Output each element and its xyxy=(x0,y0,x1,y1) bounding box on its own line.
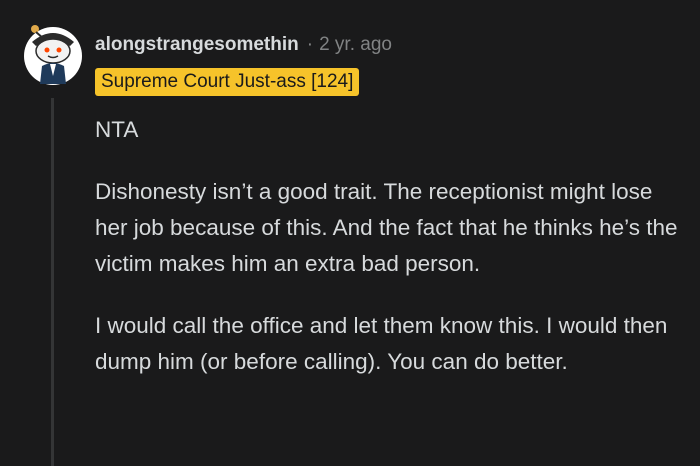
comment-paragraph: NTA xyxy=(95,117,139,142)
comment-paragraph: Dishonesty isn’t a good trait. The recep… xyxy=(95,179,678,276)
snoo-avatar-icon[interactable] xyxy=(22,20,84,88)
timestamp[interactable]: 2 yr. ago xyxy=(319,34,392,56)
separator-dot: · xyxy=(306,34,314,55)
username-link[interactable]: alongstrangesomethin xyxy=(95,34,299,56)
comment-paragraph: I would call the office and let them kno… xyxy=(95,313,668,374)
thread-collapse-line[interactable] xyxy=(51,98,54,466)
user-flair-badge: Supreme Court Just-ass [124] xyxy=(95,68,360,96)
comment-header: alongstrangesomethin · 2 yr. ago xyxy=(95,34,392,56)
comment-body: NTA Dishonesty isn’t a good trait. The r… xyxy=(95,112,690,380)
